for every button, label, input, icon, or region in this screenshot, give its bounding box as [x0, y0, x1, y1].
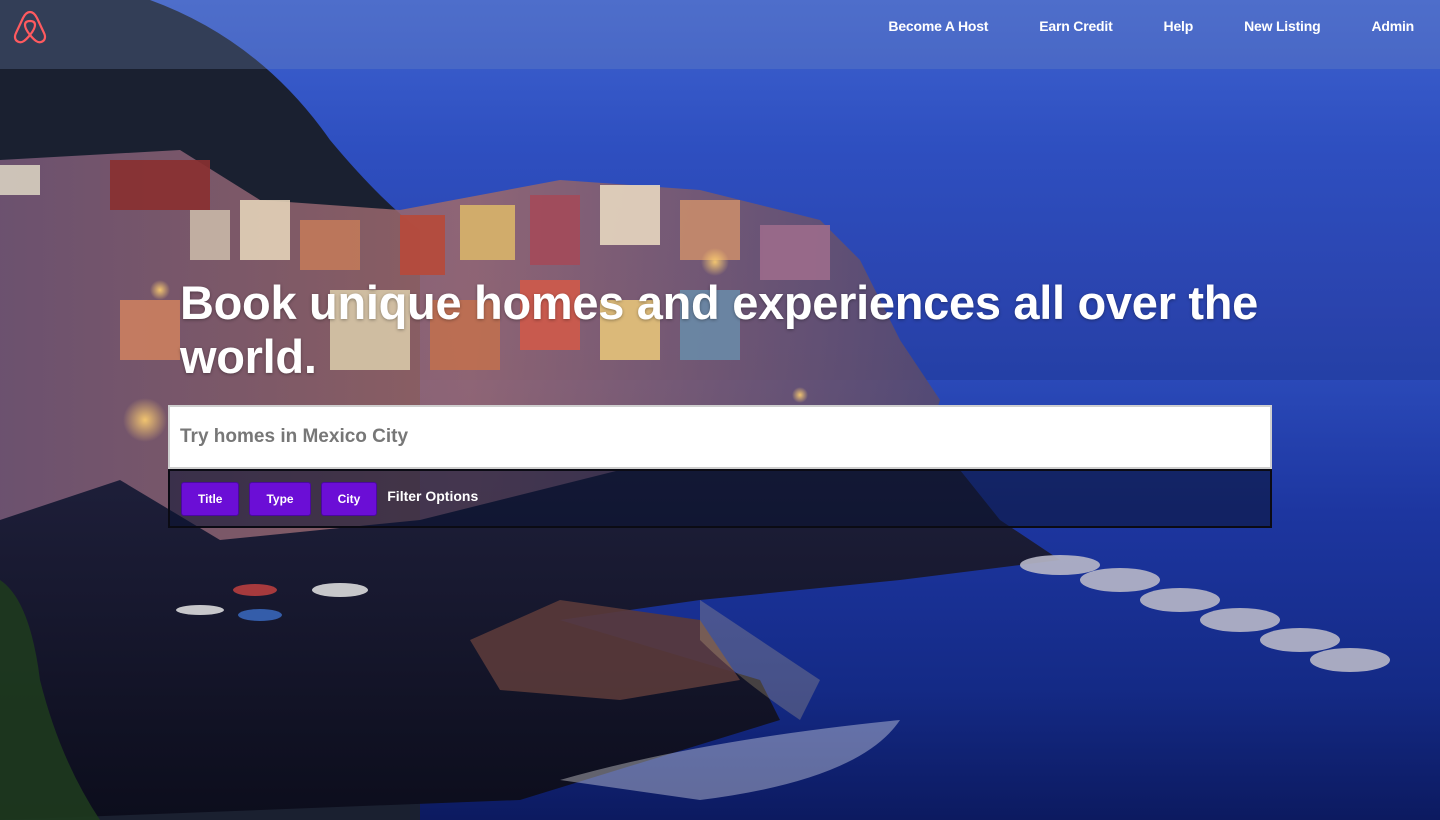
- nav-help[interactable]: Help: [1164, 18, 1194, 34]
- nav-new-listing[interactable]: New Listing: [1244, 18, 1321, 34]
- filter-city-button[interactable]: City: [320, 481, 378, 516]
- filter-title-button[interactable]: Title: [181, 481, 240, 516]
- nav-become-a-host[interactable]: Become A Host: [888, 18, 988, 34]
- nav-links: Become A Host Earn Credit Help New Listi…: [837, 18, 1414, 34]
- top-navigation-bar: Become A Host Earn Credit Help New Listi…: [0, 0, 1440, 69]
- filter-type-button[interactable]: Type: [249, 481, 311, 516]
- nav-admin[interactable]: Admin: [1371, 18, 1414, 34]
- filter-bar: Title Type City Filter Options: [168, 469, 1272, 528]
- search-input[interactable]: [170, 407, 1270, 467]
- search-box: [168, 405, 1272, 469]
- airbnb-logo-icon[interactable]: [11, 6, 49, 46]
- filter-options-label: Filter Options: [387, 487, 479, 504]
- nav-earn-credit[interactable]: Earn Credit: [1039, 18, 1112, 34]
- hero-headline: Book unique homes and experiences all ov…: [180, 276, 1258, 383]
